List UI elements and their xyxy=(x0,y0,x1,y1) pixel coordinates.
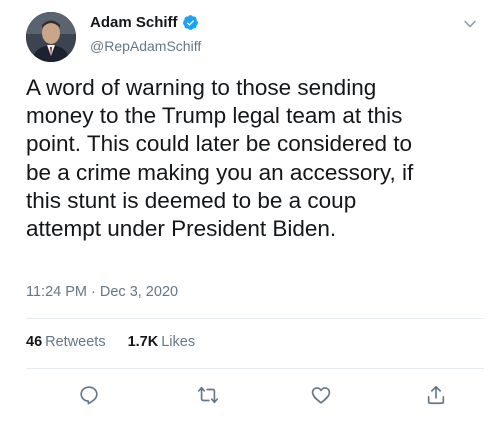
tweet-card: Adam Schiff @RepAdamSchiff A word of war… xyxy=(0,0,500,423)
heart-icon[interactable] xyxy=(310,384,332,406)
verified-badge-icon xyxy=(182,14,199,31)
avatar-image xyxy=(26,12,76,62)
retweets-stat[interactable]: 46 Retweets xyxy=(26,334,106,350)
reply-icon[interactable] xyxy=(78,384,100,406)
retweets-count: 46 xyxy=(26,334,43,350)
tweet-text: A word of warning to those sending money… xyxy=(26,75,414,242)
author-name-row: Adam Schiff xyxy=(90,14,199,31)
tweet-actions xyxy=(0,384,500,410)
tweet-timestamp[interactable]: 11:24 PM · Dec 3, 2020 xyxy=(26,284,178,300)
chevron-down-icon[interactable] xyxy=(462,16,478,32)
retweets-label: Retweets xyxy=(45,334,106,350)
share-icon[interactable] xyxy=(425,384,447,406)
likes-stat[interactable]: 1.7K Likes xyxy=(128,334,196,350)
avatar[interactable] xyxy=(26,12,76,62)
divider xyxy=(26,368,484,369)
author-handle[interactable]: @RepAdamSchiff xyxy=(90,38,201,54)
divider xyxy=(26,318,484,319)
retweet-icon[interactable] xyxy=(197,384,219,406)
likes-label: Likes xyxy=(161,334,196,350)
likes-count: 1.7K xyxy=(127,334,159,350)
author-display-name[interactable]: Adam Schiff xyxy=(90,14,178,31)
tweet-stats: 46 Retweets 1.7K Likes xyxy=(26,334,195,350)
